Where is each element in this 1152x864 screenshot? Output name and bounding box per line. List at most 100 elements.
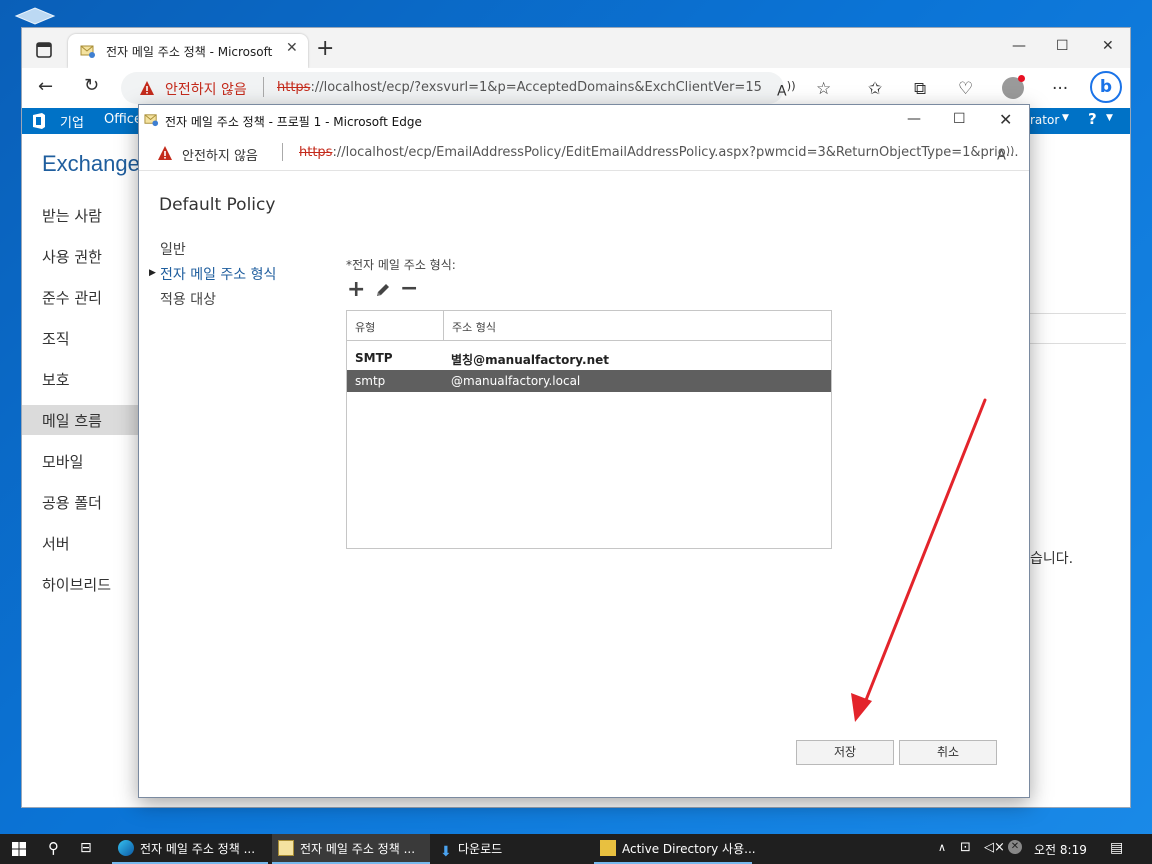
desktop-recycle-bin-icon[interactable]: [12, 6, 58, 28]
remove-icon[interactable]: −: [400, 276, 418, 301]
address-format-table: 유형 주소 형식 SMTP 별칭@manualfactory.net smtp …: [346, 310, 832, 549]
taskbar-item-downloads[interactable]: ⬇ 다운로드: [434, 834, 590, 864]
more-options-icon[interactable]: ···: [1052, 79, 1068, 99]
taskbar: ⚲ ⊟ 전자 메일 주소 정책 ... 전자 메일 주소 정책 ... ⬇ 다운로…: [0, 834, 1152, 864]
taskbar-item-label: 다운로드: [458, 842, 503, 856]
taskbar-item-edge-2[interactable]: 전자 메일 주소 정책 ...: [272, 834, 430, 864]
nav-item-hybrid[interactable]: 하이브리드: [42, 574, 111, 595]
search-icon[interactable]: ⚲: [48, 839, 59, 857]
cell-type: smtp: [355, 374, 386, 388]
tray-chevron-icon[interactable]: ∧: [938, 841, 946, 854]
popup-read-aloud-icon[interactable]: A)): [997, 144, 1014, 163]
task-view-icon[interactable]: ⊟: [80, 840, 92, 856]
cancel-button[interactable]: 취소: [899, 740, 997, 765]
popup-close-icon[interactable]: ✕: [999, 110, 1012, 129]
add-icon[interactable]: +: [347, 277, 365, 302]
popup-minimize-icon[interactable]: —: [907, 111, 921, 127]
warning-icon: [140, 81, 154, 95]
volume-muted-icon[interactable]: ◁×: [984, 840, 1005, 855]
taskbar-item-label: 전자 메일 주소 정책 ...: [300, 842, 416, 856]
taskbar-item-label: 전자 메일 주소 정책 ...: [140, 842, 256, 856]
url-text: https://localhost/ecp/?exsvurl=1&p=Accep…: [277, 80, 762, 95]
popup-maximize-icon[interactable]: ☐: [953, 111, 966, 127]
back-icon[interactable]: ←: [38, 76, 53, 97]
column-header-type[interactable]: 유형: [355, 319, 375, 335]
active-section-arrow-icon: ▶: [149, 268, 156, 278]
bing-copilot-icon[interactable]: b: [1090, 71, 1122, 103]
read-aloud-icon[interactable]: A)): [777, 79, 796, 100]
nav-item-protection[interactable]: 보호: [42, 369, 70, 390]
url-scheme: https: [277, 80, 311, 95]
address-format-label: *전자 메일 주소 형식:: [346, 258, 456, 272]
edge-icon: [118, 840, 134, 856]
table-header: 유형 주소 형식: [347, 311, 831, 341]
browser-tab[interactable]: 전자 메일 주소 정책 - Microsoft Edge ✕: [68, 34, 308, 68]
action-center-icon[interactable]: ▤: [1110, 840, 1123, 856]
close-window-icon[interactable]: ✕: [1102, 38, 1114, 54]
minimize-icon[interactable]: —: [1012, 38, 1026, 54]
side-link-general[interactable]: 일반: [160, 239, 186, 259]
side-link-email-address-format[interactable]: 전자 메일 주소 형식: [160, 264, 276, 284]
taskbar-item-active-directory[interactable]: Active Directory 사용...: [594, 834, 756, 864]
collections-icon[interactable]: ⧉: [914, 79, 926, 99]
warning-icon: [158, 146, 172, 160]
exchange-favicon-icon: [144, 114, 159, 127]
tab-close-icon[interactable]: ✕: [286, 40, 298, 56]
taskbar-item-label: Active Directory 사용...: [622, 842, 756, 856]
address-bar: ← ↻ 안전하지 않음 https://localhost/ecp/?exsvu…: [22, 68, 1130, 108]
url-divider: [282, 143, 283, 161]
taskbar-item-edge-1[interactable]: 전자 메일 주소 정책 ...: [112, 834, 268, 864]
refresh-icon[interactable]: ↻: [84, 75, 99, 96]
nav-item-recipients[interactable]: 받는 사람: [42, 205, 102, 226]
popup-title: 전자 메일 주소 정책 - 프로필 1 - Microsoft Edge: [165, 115, 422, 129]
clock[interactable]: 오전 8:19: [1034, 841, 1087, 858]
side-link-apply-to[interactable]: 적용 대상: [160, 289, 216, 309]
column-separator: [443, 311, 444, 341]
enterprise-link[interactable]: 기업: [60, 112, 84, 131]
maximize-icon[interactable]: ☐: [1056, 38, 1069, 54]
favorite-star-icon[interactable]: ☆: [816, 79, 831, 99]
exchange-favicon-icon: [80, 45, 95, 58]
active-directory-icon: [600, 840, 616, 856]
url-field[interactable]: 안전하지 않음 https://localhost/ecp/?exsvurl=1…: [121, 72, 784, 104]
tab-actions-icon[interactable]: [32, 38, 56, 62]
notification-error-icon[interactable]: ✕: [1008, 840, 1022, 854]
nav-item-organization[interactable]: 조직: [42, 328, 70, 349]
table-row[interactable]: SMTP 별칭@manualfactory.net: [347, 347, 831, 369]
eac-title: Exchange: [42, 151, 140, 176]
insecure-label: 안전하지 않음: [165, 82, 247, 98]
office-link[interactable]: Office: [104, 112, 142, 127]
url-divider: [263, 77, 264, 97]
cell-type: SMTP: [355, 351, 393, 365]
favorites-icon[interactable]: ✩: [868, 79, 882, 99]
nav-item-compliance[interactable]: 준수 관리: [42, 287, 102, 308]
edit-pencil-icon[interactable]: [374, 281, 392, 299]
edit-policy-popup: 전자 메일 주소 정책 - 프로필 1 - Microsoft Edge — ☐…: [138, 104, 1030, 798]
exchange-mail-icon: [278, 840, 294, 856]
profile-badge: [1018, 75, 1025, 82]
nav-item-mail-flow[interactable]: 메일 흐름: [42, 410, 102, 431]
help-button[interactable]: ?: [1088, 110, 1097, 128]
admin-chevron-icon[interactable]: ▼: [1062, 113, 1069, 123]
browser-essentials-icon[interactable]: ♡: [958, 79, 973, 99]
save-button[interactable]: 저장: [796, 740, 894, 765]
windows-start-icon[interactable]: [12, 842, 26, 856]
tab-bar: 전자 메일 주소 정책 - Microsoft Edge ✕ + — ☐ ✕: [22, 28, 1130, 68]
table-row-selected[interactable]: smtp @manualfactory.local: [347, 370, 831, 392]
new-tab-button[interactable]: +: [316, 36, 334, 61]
column-header-address-format[interactable]: 주소 형식: [452, 319, 496, 335]
bg-divider: [1030, 343, 1126, 344]
popup-address-bar: 안전하지 않음 https://localhost/ecp/EmailAddre…: [139, 135, 1029, 171]
url-path: ://localhost/ecp/?exsvurl=1&p=AcceptedDo…: [310, 80, 762, 95]
admin-menu[interactable]: rator: [1030, 113, 1059, 127]
help-chevron-icon[interactable]: ▼: [1106, 113, 1113, 123]
cell-address: 별칭@manualfactory.net: [451, 353, 610, 367]
network-icon[interactable]: ⊡: [960, 840, 971, 855]
nav-item-permissions[interactable]: 사용 권한: [42, 246, 102, 267]
popup-url-text[interactable]: https://localhost/ecp/EmailAddressPolicy…: [299, 145, 1019, 160]
nav-item-servers[interactable]: 서버: [42, 533, 70, 554]
nav-item-public-folders[interactable]: 공용 폴더: [42, 492, 102, 513]
cell-address: @manualfactory.local: [451, 374, 581, 388]
nav-item-mobile[interactable]: 모바일: [42, 451, 83, 472]
office-logo-icon: [33, 113, 45, 129]
